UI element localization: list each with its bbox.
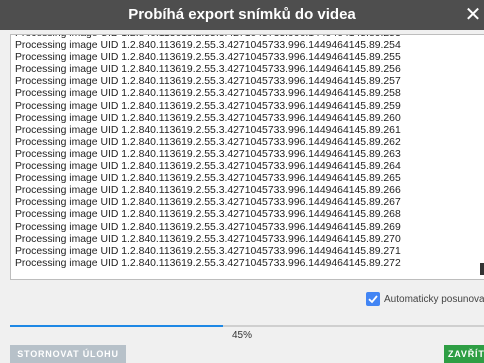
- progress-percent: 45%: [231, 330, 252, 341]
- autoscroll-checkbox[interactable]: [366, 292, 380, 306]
- log-line: Processing image UID 1.2.840.113619.2.55…: [15, 88, 401, 100]
- progress-bar-fill: [10, 325, 224, 327]
- log-line: Processing image UID 1.2.840.113619.2.55…: [15, 112, 401, 124]
- cancel-task-button[interactable]: STORNOVAT ÚLOHU: [10, 345, 126, 363]
- log-panel[interactable]: Processing image UID 1.2.840.113619.2.55…: [10, 34, 484, 280]
- log-lines: Processing image UID 1.2.840.113619.2.55…: [15, 35, 484, 270]
- log-line: Processing image UID 1.2.840.113619.2.55…: [15, 257, 401, 269]
- log-line: Processing image UID 1.2.840.113619.2.55…: [15, 64, 401, 76]
- dialog-titlebar: Probíhá export snímků do videa ✕: [0, 0, 484, 30]
- close-button[interactable]: ZAVŘÍT: [444, 345, 484, 363]
- log-line: Processing image UID 1.2.840.113619.2.55…: [15, 136, 401, 148]
- log-line: Processing image UID 1.2.840.113619.2.55…: [15, 197, 401, 209]
- log-line: Processing image UID 1.2.840.113619.2.55…: [15, 209, 401, 221]
- close-icon[interactable]: ✕: [464, 0, 482, 30]
- autoscroll-label: Automaticky posunovat: [384, 294, 484, 305]
- scrollbar-thumb[interactable]: [480, 263, 484, 275]
- log-line: Processing image UID 1.2.840.113619.2.55…: [15, 221, 401, 233]
- log-line: Processing image UID 1.2.840.113619.2.55…: [15, 233, 401, 245]
- log-line: Processing image UID 1.2.840.113619.2.55…: [15, 245, 401, 257]
- progress-bar: [10, 325, 484, 327]
- log-line: Processing image UID 1.2.840.113619.2.55…: [15, 161, 401, 173]
- dialog-title: Probíhá export snímků do videa: [128, 6, 356, 23]
- log-line: Processing image UID 1.2.840.113619.2.55…: [15, 124, 401, 136]
- checkmark-icon: [368, 295, 378, 304]
- log-line: Processing image UID 1.2.840.113619.2.55…: [15, 52, 401, 64]
- log-line: Processing image UID 1.2.840.113619.2.55…: [15, 76, 401, 88]
- log-line: Processing image UID 1.2.840.113619.2.55…: [15, 173, 401, 185]
- log-line: Processing image UID 1.2.840.113619.2.55…: [15, 185, 401, 197]
- log-line: Processing image UID 1.2.840.113619.2.55…: [15, 148, 401, 160]
- log-line: Processing image UID 1.2.840.113619.2.55…: [15, 100, 401, 112]
- log-line: Processing image UID 1.2.840.113619.2.55…: [15, 40, 401, 52]
